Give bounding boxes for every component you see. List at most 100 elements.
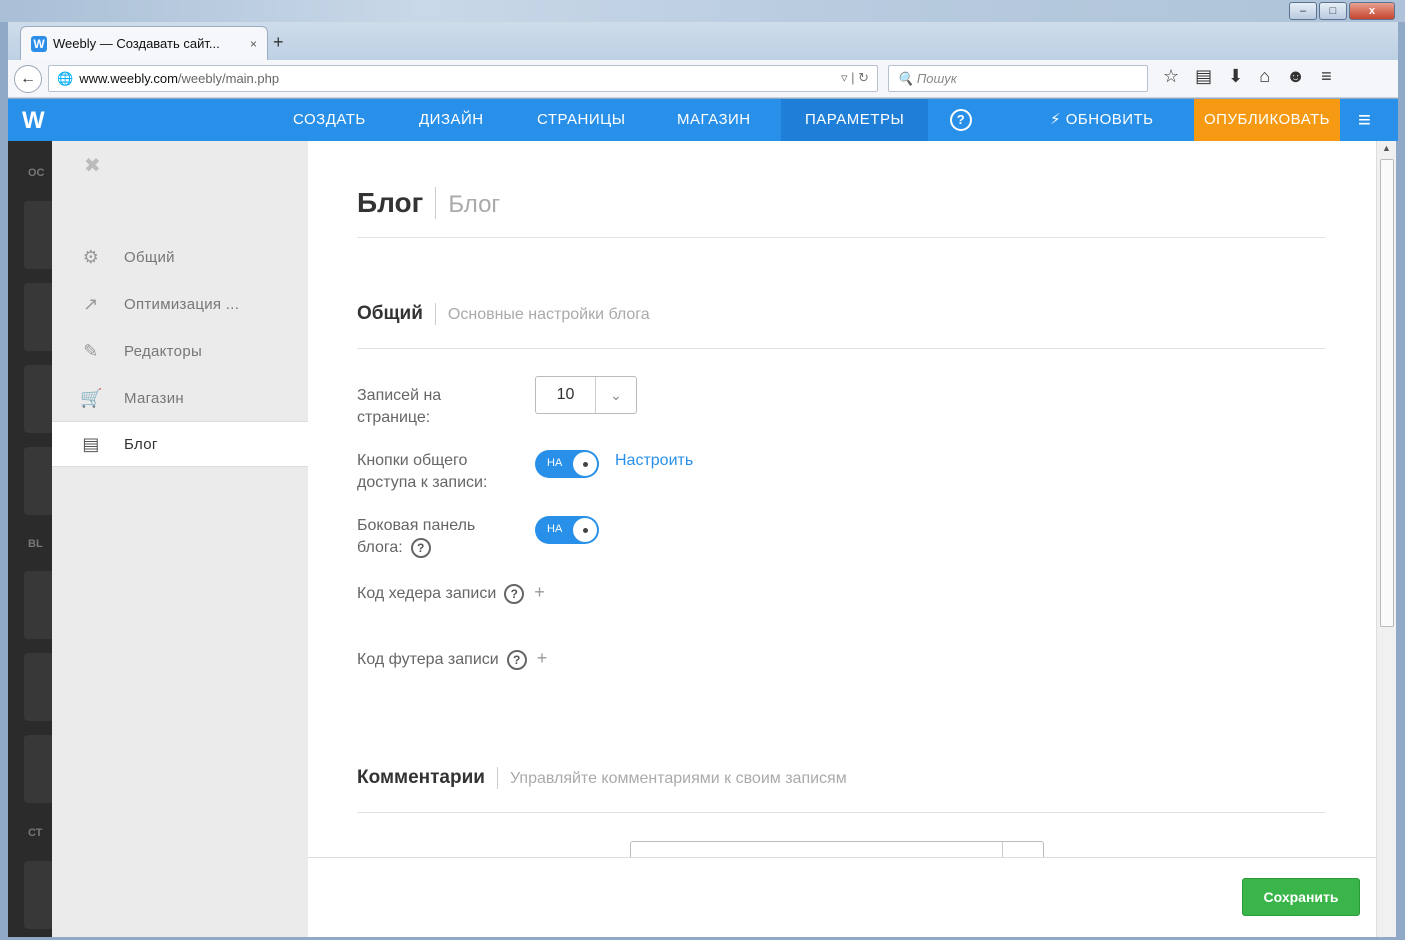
help-icon[interactable]: ? xyxy=(506,649,527,670)
section-title: Общий xyxy=(357,303,423,324)
tab-bar: W Weebly — Создавать сайт... × + xyxy=(8,22,1398,60)
download-icon[interactable]: ⬇ xyxy=(1228,66,1243,87)
pencil-icon: ✎ xyxy=(83,340,99,361)
scroll-up-icon[interactable]: ▲ xyxy=(1382,143,1391,153)
minimize-button[interactable]: – xyxy=(1289,2,1317,20)
blog-sidebar-label: Боковая панель блога:? xyxy=(357,517,476,558)
section-subtitle: Управляйте комментариями к своим записям xyxy=(509,770,847,787)
divider xyxy=(496,767,498,789)
reading-list-icon[interactable]: ▤ xyxy=(1195,66,1212,87)
sidebar-item-editors[interactable]: ✎ Редакторы xyxy=(52,328,308,374)
divider xyxy=(435,187,437,219)
search-input[interactable]: 🔍 Пошук xyxy=(888,65,1148,92)
footer-code-label: Код футера записи xyxy=(357,651,499,668)
browser-tab[interactable]: W Weebly — Создавать сайт... × xyxy=(20,26,268,60)
sidebar-item-label: Оптимизация ... xyxy=(124,295,240,313)
browser-menu-icon[interactable]: ≡ xyxy=(1321,66,1332,87)
update-button[interactable]: ⚡ ОБНОВИТЬ xyxy=(1050,99,1154,141)
divider xyxy=(357,348,1325,349)
help-icon[interactable]: ? xyxy=(504,583,525,604)
posts-per-page-label: Записей на странице: xyxy=(357,387,442,426)
rail-block xyxy=(24,447,54,515)
browser-window: – □ x W Weebly — Создавать сайт... × + ←… xyxy=(0,0,1405,940)
tab-title: Weebly — Создавать сайт... xyxy=(53,36,220,51)
reload-icon[interactable]: ▿ | ↻ xyxy=(841,70,869,86)
section-title-comments: Комментарии Управляйте комментариями к с… xyxy=(357,767,847,789)
comments-provider-select[interactable] xyxy=(630,841,1044,857)
publish-button[interactable]: ОПУБЛИКОВАТЬ xyxy=(1194,99,1341,141)
scroll-thumb[interactable] xyxy=(1380,159,1394,627)
configure-link[interactable]: Настроить xyxy=(615,452,693,470)
share-buttons-label: Кнопки общего доступа к записи: xyxy=(357,452,488,491)
divider xyxy=(357,812,1325,813)
help-icon[interactable]: ? xyxy=(950,109,972,131)
rail-block xyxy=(24,365,54,433)
maximize-button[interactable]: □ xyxy=(1319,2,1347,20)
toggle-knob xyxy=(573,452,597,476)
menu-design[interactable]: ДИЗАЙН xyxy=(419,99,484,141)
weebly-header: W СОЗДАТЬ ДИЗАЙН СТРАНИЦЫ МАГАЗИН ПАРАМЕ… xyxy=(8,99,1398,141)
plus-icon[interactable]: + xyxy=(537,648,548,668)
rail-block xyxy=(24,201,54,269)
toggle-label: НА xyxy=(547,523,563,535)
share-buttons-toggle[interactable]: НА xyxy=(535,450,599,478)
settings-footer: Сохранить xyxy=(308,857,1376,937)
trend-icon: ↗ xyxy=(83,293,99,314)
menu-settings[interactable]: ПАРАМЕТРЫ xyxy=(781,99,929,141)
chevron-down-icon: ⌄ xyxy=(610,387,622,403)
toggle-label: НА xyxy=(547,457,563,469)
section-title-general: Общий Основные настройки блога xyxy=(357,303,650,325)
divider xyxy=(357,237,1325,238)
rail-label: BL xyxy=(28,538,43,550)
rail-block xyxy=(24,571,54,639)
sidebar-item-label: Блог xyxy=(124,435,158,453)
sidebar-item-general[interactable]: ⚙ Общий xyxy=(52,234,308,280)
rail-block xyxy=(24,735,54,803)
sidebar-item-blog[interactable]: ▤ Блог xyxy=(52,421,308,467)
menu-store[interactable]: МАГАЗИН xyxy=(677,99,751,141)
weebly-favicon-icon: W xyxy=(31,35,47,52)
left-rail: ОС BL СТ xyxy=(8,141,54,937)
close-window-button[interactable]: x xyxy=(1349,2,1395,20)
section-subtitle: Основные настройки блога xyxy=(447,306,650,323)
posts-per-page-value: 10 xyxy=(536,377,596,413)
menu-create[interactable]: СОЗДАТЬ xyxy=(293,99,366,141)
weebly-logo-icon[interactable]: W xyxy=(22,107,45,135)
rail-block xyxy=(24,283,54,351)
blog-sidebar-toggle[interactable]: НА xyxy=(535,516,599,544)
back-arrow-icon[interactable]: ← xyxy=(14,65,42,93)
gear-icon: ⚙ xyxy=(82,246,100,267)
rail-block xyxy=(24,861,54,929)
chat-icon[interactable]: ☻ xyxy=(1286,66,1305,87)
sidebar-item-label: Магазин xyxy=(124,389,184,407)
settings-sidebar: ✖ ⚙ Общий ↗ Оптимизация ... ✎ Редакторы … xyxy=(52,141,308,937)
bookmark-star-icon[interactable]: ☆ xyxy=(1163,66,1179,87)
header-code-label: Код хедера записи xyxy=(357,585,497,602)
menu-pages[interactable]: СТРАНИЦЫ xyxy=(537,99,626,141)
rail-block xyxy=(24,653,54,721)
comment-icon: ▤ xyxy=(82,433,100,454)
posts-per-page-select[interactable]: 10 ⌄ xyxy=(535,376,637,414)
scrollbar[interactable]: ▲ xyxy=(1376,141,1396,937)
sidebar-item-label: Редакторы xyxy=(124,342,203,360)
sidebar-item-optimization[interactable]: ↗ Оптимизация ... xyxy=(52,281,308,327)
plus-icon[interactable]: + xyxy=(534,582,545,602)
hamburger-menu-icon[interactable]: ≡ xyxy=(1358,99,1371,141)
section-title: Комментарии xyxy=(357,767,485,788)
tab-close-icon[interactable]: × xyxy=(250,37,257,51)
page-title-main: Блог xyxy=(357,187,424,218)
help-icon[interactable]: ? xyxy=(410,537,431,558)
footer-code-row: Код футера записи? + xyxy=(357,647,547,671)
address-bar[interactable]: 🌐 www.weebly.com/weebly/main.php ▿ | ↻ xyxy=(48,65,878,92)
close-icon[interactable]: ✖ xyxy=(84,153,101,178)
divider xyxy=(434,303,436,325)
new-tab-button[interactable]: + xyxy=(273,32,284,53)
sidebar-item-label: Общий xyxy=(124,248,175,266)
window-controls: – □ x xyxy=(1289,2,1395,20)
sidebar-item-store[interactable]: 🛒 Магазин xyxy=(52,375,308,421)
window-titlebar: – □ x xyxy=(0,0,1405,22)
url-text: www.weebly.com/weebly/main.php xyxy=(79,71,280,86)
save-button[interactable]: Сохранить xyxy=(1242,878,1360,916)
home-icon[interactable]: ⌂ xyxy=(1259,66,1270,87)
settings-content: Блог Блог Общий Основные настройки блога… xyxy=(308,141,1376,857)
